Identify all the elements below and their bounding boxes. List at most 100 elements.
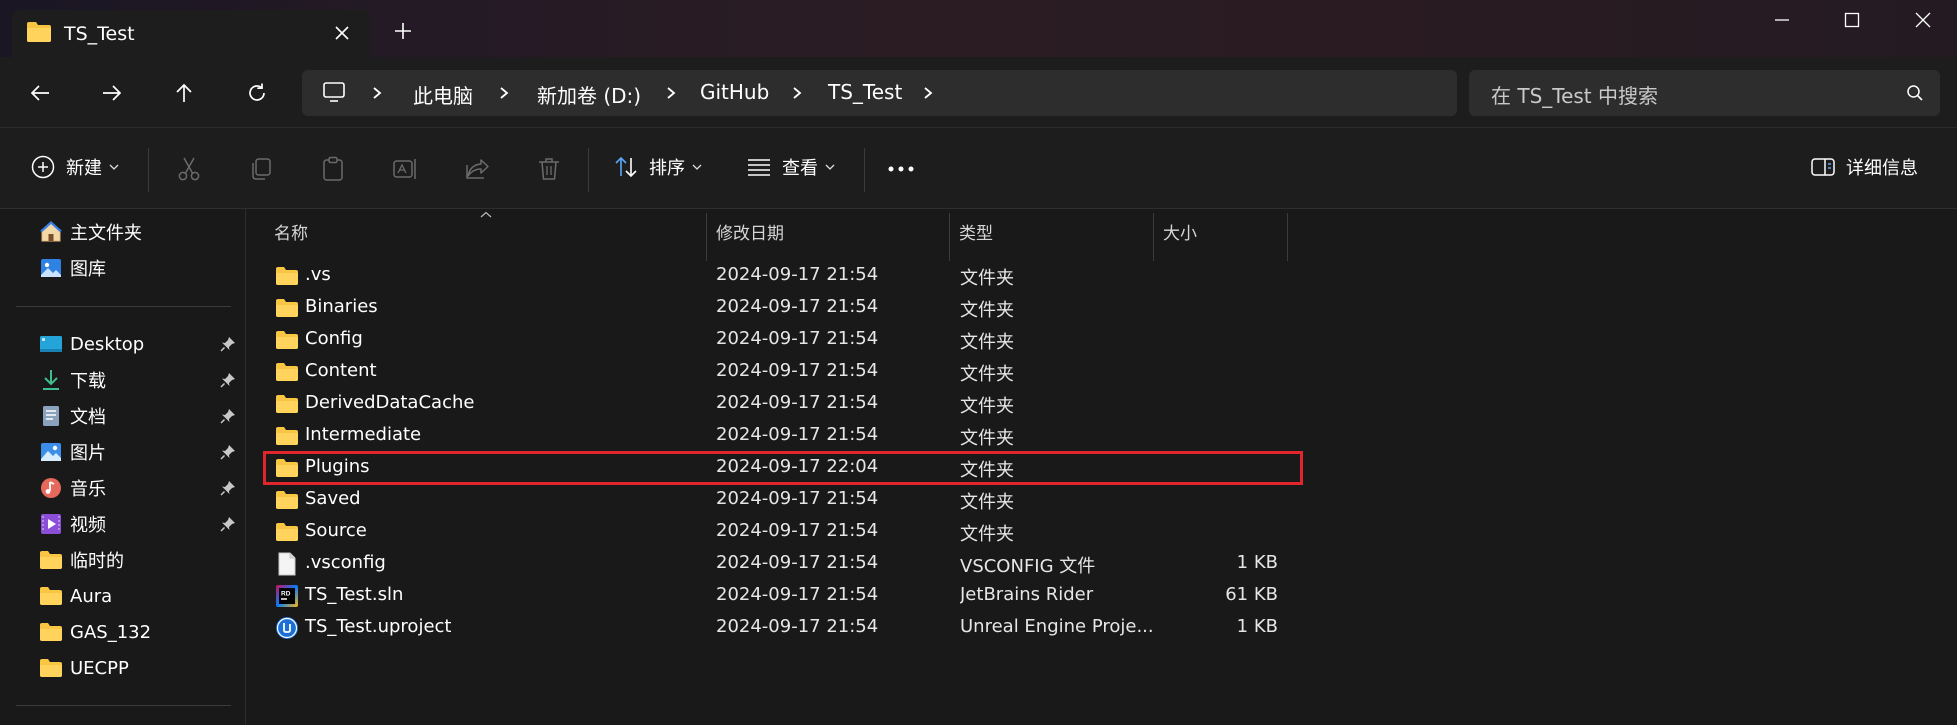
address-bar[interactable]: 此电脑 新加卷 (D:) GitHub TS_Test	[302, 70, 1457, 116]
file-name: Config	[305, 328, 363, 349]
folder-icon	[274, 424, 300, 448]
sort-label: 排序	[649, 158, 685, 179]
share-icon[interactable]	[463, 155, 491, 183]
paste-icon[interactable]	[319, 155, 347, 183]
folder-icon	[274, 296, 300, 320]
divider	[148, 148, 149, 192]
file-type: Unreal Engine Proje...	[960, 616, 1154, 637]
tab-active[interactable]: TS_Test	[12, 10, 370, 57]
pin-icon[interactable]	[220, 444, 236, 460]
plus-circle-icon	[30, 154, 56, 180]
more-options-icon[interactable]	[887, 155, 915, 183]
column-header-type[interactable]: 类型	[959, 209, 993, 254]
copy-icon[interactable]	[247, 155, 275, 183]
column-divider[interactable]	[949, 213, 950, 261]
new-tab-button[interactable]	[393, 21, 413, 41]
sidebar-item-downloads[interactable]: 下载	[38, 365, 106, 395]
refresh-icon[interactable]	[243, 79, 271, 107]
column-header-size[interactable]: 大小	[1163, 209, 1197, 254]
column-header-name[interactable]: 名称	[274, 209, 308, 254]
chevron-right-icon[interactable]	[498, 86, 510, 100]
back-arrow-icon[interactable]	[26, 79, 54, 107]
column-divider[interactable]	[1153, 213, 1154, 261]
column-divider[interactable]	[1287, 213, 1288, 261]
file-row[interactable]: Intermediate 2024-09-17 21:54 文件夹	[264, 420, 1298, 452]
file-date: 2024-09-17 21:54	[716, 488, 879, 509]
view-label: 查看	[782, 158, 818, 179]
file-row[interactable]: Source 2024-09-17 21:54 文件夹	[264, 516, 1298, 548]
sidebar-item-temp[interactable]: 临时的	[38, 545, 124, 575]
folder-icon	[274, 264, 300, 288]
new-button[interactable]: 新建	[30, 154, 119, 180]
file-date: 2024-09-17 21:54	[716, 552, 879, 573]
close-window-button[interactable]	[1903, 8, 1943, 32]
pin-icon[interactable]	[220, 336, 236, 352]
title-bar: TS_Test	[0, 0, 1957, 57]
file-type: 文件夹	[960, 396, 1014, 417]
up-arrow-icon[interactable]	[170, 79, 198, 107]
file-date: 2024-09-17 21:54	[716, 424, 879, 445]
sidebar-item-aura[interactable]: Aura	[38, 581, 112, 611]
command-bar: 新建 排序 查看 详细信息	[0, 127, 1957, 209]
file-row[interactable]: TS_Test.uproject 2024-09-17 21:54 Unreal…	[264, 612, 1298, 644]
file-type: 文件夹	[960, 268, 1014, 289]
search-icon[interactable]	[1906, 84, 1924, 102]
file-size: 1 KB	[1236, 552, 1278, 573]
sidebar-item-pictures[interactable]: 图片	[38, 437, 106, 467]
file-row[interactable]: DerivedDataCache 2024-09-17 21:54 文件夹	[264, 388, 1298, 420]
column-divider[interactable]	[706, 213, 707, 261]
file-row[interactable]: Saved 2024-09-17 21:54 文件夹	[264, 484, 1298, 516]
breadcrumb-drive-d[interactable]: 新加卷 (D:)	[537, 80, 641, 109]
close-icon[interactable]	[332, 23, 352, 43]
file-row[interactable]: Content 2024-09-17 21:54 文件夹	[264, 356, 1298, 388]
sidebar-item-gas-132[interactable]: GAS_132	[38, 617, 151, 647]
search-placeholder: 在 TS_Test 中搜索	[1491, 84, 1659, 108]
folder-icon	[38, 583, 64, 609]
sidebar-item-documents[interactable]: 文档	[38, 401, 106, 431]
details-pane-button[interactable]: 详细信息	[1810, 154, 1918, 180]
pin-icon[interactable]	[220, 408, 236, 424]
sidebar-item-music[interactable]: 音乐	[38, 473, 106, 503]
rename-icon[interactable]	[391, 155, 419, 183]
sidebar-item-uecpp[interactable]: UECPP	[38, 653, 129, 683]
file-size: 1 KB	[1236, 616, 1278, 637]
cut-icon[interactable]	[175, 155, 203, 183]
pin-icon[interactable]	[220, 480, 236, 496]
file-row[interactable]: Config 2024-09-17 21:54 文件夹	[264, 324, 1298, 356]
divider	[864, 148, 865, 192]
maximize-button[interactable]	[1832, 8, 1872, 32]
sidebar-item-videos[interactable]: 视频	[38, 509, 106, 539]
chevron-right-icon[interactable]	[371, 86, 383, 100]
forward-arrow-icon[interactable]	[98, 79, 126, 107]
search-box[interactable]: 在 TS_Test 中搜索	[1469, 70, 1940, 116]
pin-icon[interactable]	[220, 516, 236, 532]
highlight-box	[263, 451, 1303, 485]
pin-icon[interactable]	[220, 372, 236, 388]
delete-icon[interactable]	[535, 155, 563, 183]
tab-title: TS_Test	[64, 23, 135, 45]
file-name: TS_Test.uproject	[305, 616, 452, 637]
view-button[interactable]: 查看	[746, 154, 835, 180]
chevron-right-icon[interactable]	[665, 86, 677, 100]
breadcrumb-this-pc[interactable]: 此电脑	[413, 80, 473, 109]
home-icon	[38, 219, 64, 245]
column-header-date[interactable]: 修改日期	[716, 209, 784, 254]
rider-icon: RD	[274, 584, 300, 608]
file-date: 2024-09-17 21:54	[716, 584, 879, 605]
file-row[interactable]: .vsconfig 2024-09-17 21:54 VSCONFIG 文件 1…	[264, 548, 1298, 580]
file-type: 文件夹	[960, 300, 1014, 321]
chevron-right-icon[interactable]	[791, 86, 803, 100]
sort-button[interactable]: 排序	[613, 154, 702, 180]
sidebar-item-gallery[interactable]: 图库	[38, 253, 106, 283]
sidebar-item-home[interactable]: 主文件夹	[38, 217, 142, 247]
breadcrumb-github[interactable]: GitHub	[700, 80, 769, 104]
sidebar-item-desktop[interactable]: Desktop	[38, 329, 144, 359]
file-row[interactable]: RD TS_Test.sln 2024-09-17 21:54 JetBrain…	[264, 580, 1298, 612]
sidebar-item-label: Aura	[70, 585, 113, 607]
breadcrumb-ts-test[interactable]: TS_Test	[828, 80, 902, 104]
file-row[interactable]: .vs 2024-09-17 21:54 文件夹	[264, 260, 1298, 292]
column-header-row: 名称 修改日期 类型 大小	[247, 209, 1288, 261]
chevron-right-icon[interactable]	[922, 86, 934, 100]
file-row[interactable]: Binaries 2024-09-17 21:54 文件夹	[264, 292, 1298, 324]
minimize-button[interactable]	[1762, 8, 1802, 32]
